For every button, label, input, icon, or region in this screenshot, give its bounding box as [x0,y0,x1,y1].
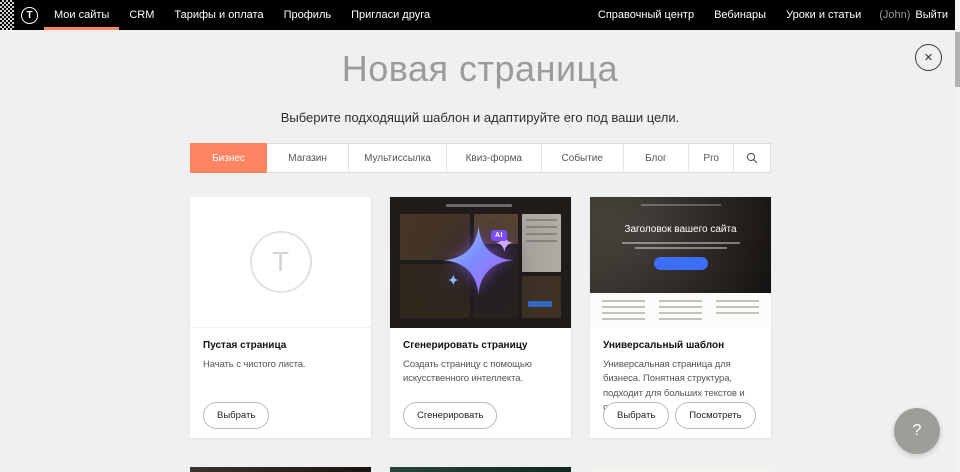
topbar-nav-left: Мои сайты CRM Тарифы и оплата Профиль Пр… [44,0,440,30]
tilda-logo[interactable]: T [21,7,38,24]
page-title: Новая страница [0,48,960,90]
ai-sparkle-icon [436,221,520,305]
template-card-partial[interactable] [590,467,771,472]
search-tab[interactable] [733,144,770,172]
generate-button[interactable]: Сгенерировать [403,402,497,429]
close-button[interactable]: ✕ [915,44,942,71]
preview-nav-line [641,204,721,206]
card-title: Универсальный шаблон [603,340,758,351]
preview-site-heading: Заголовок вашего сайта [590,224,771,235]
template-card-partial[interactable] [190,467,371,472]
card-description: Начать с чистого листа. [203,358,358,372]
tab-multilink[interactable]: Мультиссылка [348,144,446,172]
tab-quiz-form[interactable]: Квиз-форма [446,144,541,172]
topbar: T Мои сайты CRM Тарифы и оплата Профиль … [0,0,960,30]
nav-invite-friend[interactable]: Пригласи друга [341,0,440,30]
help-button[interactable]: ? [894,408,940,454]
card-body: Сгенерировать страницу Создать страницу … [390,328,571,387]
logout-link[interactable]: Выйти [915,9,948,21]
tab-business[interactable]: Бизнес [190,143,267,173]
preview-text-column [659,300,702,321]
card-body: Пустая страница Начать с чистого листа. [190,328,371,372]
nav-my-sites[interactable]: Мои сайты [44,0,119,30]
card-actions: Сгенерировать [403,402,497,429]
preview-text-line [635,247,727,249]
user-name: (John) [879,9,910,21]
preview-text-column [602,300,645,321]
nav-webinars[interactable]: Вебинары [704,0,776,30]
nav-help-center[interactable]: Справочный центр [588,0,704,30]
preview-text-line [622,242,740,244]
next-templates-row-partial [190,467,771,472]
topbar-nav-right: Справочный центр Вебинары Уроки и статьи… [588,0,948,30]
template-cards-row: T Пустая страница Начать с чистого листа… [190,197,771,438]
nav-profile[interactable]: Профиль [274,0,342,30]
scrollbar[interactable] [955,0,960,472]
tab-pro[interactable]: Pro [688,144,733,172]
select-blank-button[interactable]: Выбрать [203,402,269,429]
card-title: Пустая страница [203,340,358,351]
template-card-ai-generate: AI Сгенерировать страницу Создать страни… [390,197,571,438]
template-card-blank: T Пустая страница Начать с чистого листа… [190,197,371,438]
tilda-pattern-logo [0,0,14,30]
nav-tariffs-payment[interactable]: Тарифы и оплата [164,0,273,30]
preview-cta-button [654,257,708,270]
card-actions: Выбрать Посмотреть [603,402,756,429]
card-title: Сгенерировать страницу [403,340,558,351]
tab-shop[interactable]: Магазин [267,144,348,172]
scrollbar-thumb[interactable] [955,32,960,87]
template-card-partial[interactable] [390,467,571,472]
preview-text-column [716,300,759,321]
nav-crm[interactable]: CRM [119,0,164,30]
preview-text-section [590,293,771,328]
blank-template-preview: T [190,197,371,328]
preview-hero-section: Заголовок вашего сайта [590,197,771,293]
template-category-tabs: Бизнес Магазин Мультиссылка Квиз-форма С… [190,143,771,173]
select-universal-button[interactable]: Выбрать [603,402,669,429]
tab-event[interactable]: Событие [541,144,623,172]
tab-blog[interactable]: Блог [623,144,688,172]
tilda-circle-logo-icon: T [250,231,312,293]
search-icon [746,152,758,164]
ai-template-preview: AI [390,197,571,328]
page-subtitle: Выберите подходящий шаблон и адаптируйте… [0,110,960,125]
nav-lessons-articles[interactable]: Уроки и статьи [776,0,871,30]
universal-template-preview: Заголовок вашего сайта [590,197,771,328]
preview-universal-button[interactable]: Посмотреть [675,402,755,429]
card-description: Создать страницу с помощью искусственног… [403,358,558,387]
ai-badge: AI [491,230,507,241]
template-card-universal: Заголовок вашего сайта Универсальный шаб… [590,197,771,438]
card-actions: Выбрать [203,402,269,429]
